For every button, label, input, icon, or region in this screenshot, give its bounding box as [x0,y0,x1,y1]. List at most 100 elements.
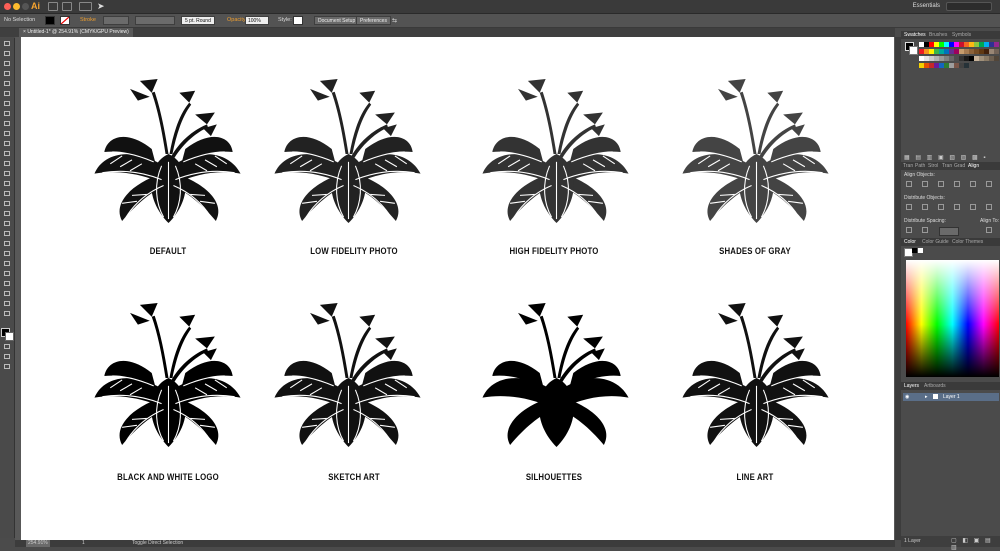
layers-actions[interactable]: ▢ ◧ ▣ ▤ ▥ [951,537,1000,551]
zoom-field[interactable]: 254.91% [26,540,50,547]
screen-mode-icon[interactable] [3,364,11,370]
artwork-shades-of-gray[interactable] [679,75,834,225]
width-tool-icon[interactable] [3,181,11,187]
variable-width-profile[interactable] [135,16,175,25]
distribute-right-icon[interactable] [986,204,992,210]
line-tool-icon[interactable] [3,111,11,117]
close-window-icon[interactable] [4,3,11,10]
align-top-icon[interactable] [954,181,960,187]
pen-tool-icon[interactable] [3,81,11,87]
expand-layer-icon[interactable]: ▸ [925,394,928,400]
tab-swatches[interactable]: Swatches [904,32,926,38]
spacing-field[interactable] [939,227,959,236]
eyedropper-tool-icon[interactable] [3,241,11,247]
symbol-sprayer-tool-icon[interactable] [3,261,11,267]
mesh-tool-icon[interactable] [3,221,11,227]
curvature-tool-icon[interactable] [3,91,11,97]
rotate-tool-icon[interactable] [3,161,11,167]
align-vcenter-icon[interactable] [970,181,976,187]
opacity-field[interactable]: 100% [245,16,269,25]
align-to-selection-icon[interactable] [986,227,992,233]
artboard[interactable]: DEFAULT LOW FIDELITY PHOTO HIGH FIDELITY… [21,37,894,540]
stroke-color-icon[interactable] [5,332,14,341]
rectangle-tool-icon[interactable] [3,121,11,127]
pencil-tool-icon[interactable] [3,141,11,147]
direct-selection-tool-icon[interactable] [3,51,11,57]
horizontal-spacing-icon[interactable] [922,227,928,233]
minimize-window-icon[interactable] [13,3,20,10]
visibility-eye-icon[interactable]: ◉ [905,394,909,400]
artwork-black-and-white-logo[interactable] [91,299,246,449]
tab-symbols[interactable]: Symbols [952,32,971,38]
color-mode-icon[interactable] [3,344,11,350]
column-graph-tool-icon[interactable] [3,271,11,277]
stock-icon[interactable] [62,2,72,11]
eraser-tool-icon[interactable] [3,151,11,157]
vertical-spacing-icon[interactable] [906,227,912,233]
zoom-window-icon[interactable] [22,3,29,10]
tab-artboards[interactable]: Artboards [924,383,946,389]
tab-stroke[interactable]: Strol [928,163,938,169]
align-left-icon[interactable] [906,181,912,187]
tab-transform[interactable]: Tran [903,163,913,169]
type-tool-icon[interactable] [3,101,11,107]
search-stock-input[interactable] [946,2,992,11]
artwork-low-fidelity-photo[interactable] [271,75,426,225]
tab-align[interactable]: Align [968,163,979,169]
brush-definition[interactable]: 5 pt. Round [181,16,215,25]
send-icon[interactable]: ➤ [97,1,105,12]
artboard-tool-icon[interactable] [3,281,11,287]
artwork-high-fidelity-photo[interactable] [479,75,634,225]
distribute-left-icon[interactable] [954,204,960,210]
distribute-top-icon[interactable] [906,204,912,210]
tab-gradient[interactable]: Grad [954,163,965,169]
gradient-tool-icon[interactable] [3,231,11,237]
document-setup-button[interactable]: Document Setup [314,16,360,25]
swatch-cell[interactable] [994,49,999,54]
arrange-documents-icon[interactable] [79,2,92,11]
free-transform-tool-icon[interactable] [3,191,11,197]
document-tab[interactable]: × Untitled-1* @ 254.91% (CMYK/GPU Previe… [19,28,133,37]
tab-color[interactable]: Color [904,239,916,245]
arrange-icon[interactable]: ⇆ [392,17,397,24]
shape-builder-tool-icon[interactable] [3,201,11,207]
swatches-panel-actions[interactable]: ▦ ▤ ▥ ▣ ▧ ▨ ▩ ▪ [904,154,987,161]
tab-pathfinder[interactable]: Path [915,163,925,169]
color-black-swatch[interactable] [912,248,917,253]
swatch-stroke-indicator[interactable] [909,46,918,55]
workspace-switcher[interactable]: Essentials [913,3,940,9]
graphic-style-swatch[interactable] [293,16,303,25]
stroke-label[interactable]: Stroke [80,17,96,23]
lasso-tool-icon[interactable] [3,71,11,77]
hand-tool-icon[interactable] [3,301,11,307]
swatch-cell[interactable] [994,42,999,47]
bridge-icon[interactable] [48,2,58,11]
align-hcenter-icon[interactable] [922,181,928,187]
swatch-cell[interactable] [994,56,999,61]
paintbrush-tool-icon[interactable] [3,131,11,137]
perspective-grid-tool-icon[interactable] [3,211,11,217]
slice-tool-icon[interactable] [3,291,11,297]
blend-tool-icon[interactable] [3,251,11,257]
layer-row[interactable]: ◉ ▸ Layer 1 [903,393,999,401]
zoom-tool-icon[interactable] [3,311,11,317]
stroke-swatch[interactable] [60,16,70,25]
stroke-weight-field[interactable] [103,16,129,25]
align-right-icon[interactable] [938,181,944,187]
tab-layers[interactable]: Layers [904,383,919,389]
swatch-cell[interactable] [964,63,969,68]
distribute-vcenter-icon[interactable] [922,204,928,210]
artwork-default[interactable] [91,75,246,225]
page-number[interactable]: 1 [82,540,85,546]
fill-swatch[interactable] [45,16,55,25]
color-spectrum-picker[interactable] [906,260,999,377]
artwork-sketch-art[interactable] [271,299,426,449]
layer-name[interactable]: Layer 1 [943,394,960,400]
align-bottom-icon[interactable] [986,181,992,187]
scale-tool-icon[interactable] [3,171,11,177]
distribute-hcenter-icon[interactable] [970,204,976,210]
color-white-swatch[interactable] [918,248,923,253]
artwork-silhouettes[interactable] [479,299,634,449]
tab-transparency[interactable]: Tran [942,163,952,169]
tab-brushes[interactable]: Brushes [929,32,947,38]
